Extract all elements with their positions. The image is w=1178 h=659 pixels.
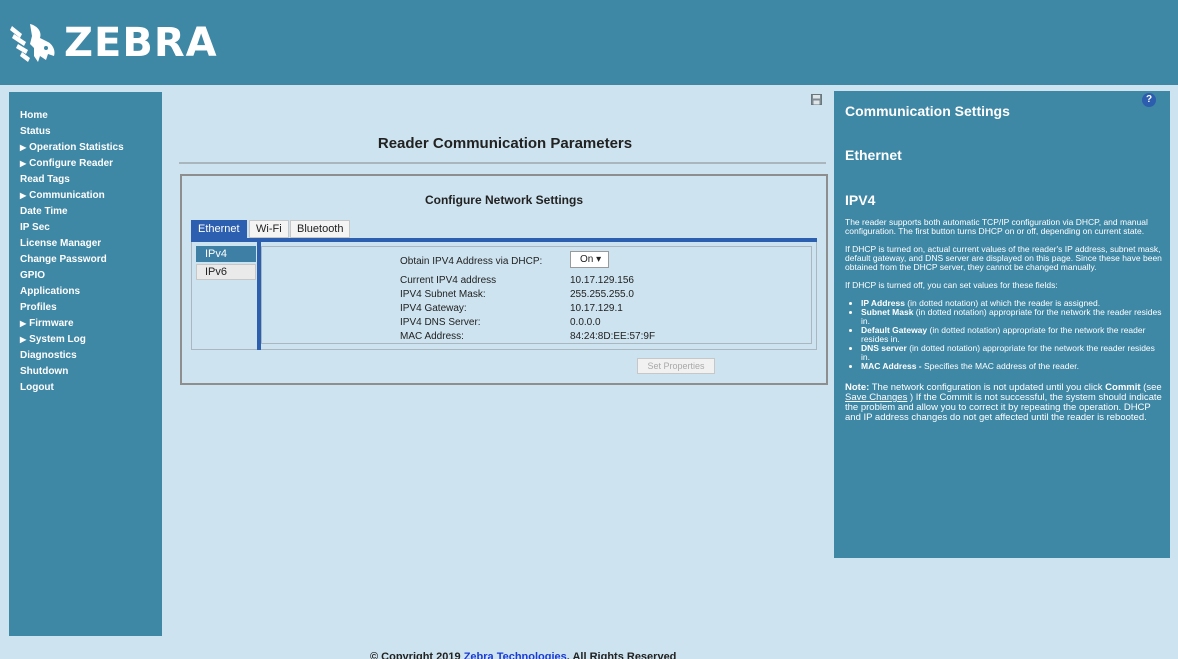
network-settings-panel: Configure Network Settings Ethernet Wi-F…	[180, 174, 828, 385]
sidebar-item-label: Home	[20, 110, 48, 121]
sidebar-item-ip-sec[interactable]: IP Sec	[9, 220, 162, 236]
sidebar-item-label: Read Tags	[20, 174, 70, 185]
dhcp-select[interactable]: On ▾	[570, 251, 609, 268]
tab-bluetooth[interactable]: Bluetooth	[290, 220, 351, 238]
field-label: MAC Address:	[400, 331, 464, 342]
sidebar-item-label: Communication	[29, 190, 105, 201]
sidebar-item-label: Applications	[20, 286, 81, 297]
sidebar-item-label: Shutdown	[20, 366, 69, 377]
header-bar: ZEBRA	[0, 0, 1178, 85]
brand-name: ZEBRA	[64, 20, 218, 66]
sidebar-item-label: Status	[20, 126, 51, 137]
chevron-down-icon: ▾	[596, 254, 602, 265]
field-value: 0.0.0.0	[570, 317, 601, 328]
help-section-heading: Ethernet	[845, 147, 902, 163]
set-properties-button[interactable]: Set Properties	[637, 358, 715, 374]
sidebar-nav: Home Status ▶ Operation Statistics ▶ Confi…	[9, 92, 162, 636]
field-label: IPV4 Subnet Mask:	[400, 289, 486, 300]
sidebar-item-read-tags[interactable]: Read Tags	[9, 172, 162, 188]
sidebar-item-gpio[interactable]: GPIO	[9, 268, 162, 284]
sidebar-item-label: Diagnostics	[20, 350, 77, 361]
sidebar-item-label: Configure Reader	[29, 158, 114, 169]
sidebar-item-configure-reader[interactable]: ▶ Configure Reader	[9, 156, 162, 172]
field-value: 10.17.129.156	[570, 275, 634, 286]
sidebar-item-label: Date Time	[20, 206, 68, 217]
ipv4-form: Obtain IPV4 Address via DHCP: On ▾ Curre…	[261, 246, 812, 344]
sidebar-item-shutdown[interactable]: Shutdown	[9, 364, 162, 380]
expand-arrow-icon: ▶	[20, 319, 27, 328]
sidebar-item-label: Operation Statistics	[29, 142, 124, 153]
expand-arrow-icon: ▶	[20, 335, 27, 344]
sidebar-item-applications[interactable]: Applications	[9, 284, 162, 300]
zebra-technologies-link[interactable]: Zebra Technologies	[464, 651, 567, 659]
title-divider	[179, 162, 826, 164]
sidebar-item-communication[interactable]: ▶ Communication	[9, 188, 162, 204]
sidebar-item-label: System Log	[29, 334, 86, 345]
expand-arrow-icon: ▶	[20, 143, 27, 152]
sidebar-item-firmware[interactable]: ▶ Firmware	[9, 316, 162, 332]
field-label: IPV4 Gateway:	[400, 303, 467, 314]
dhcp-value: On	[580, 254, 594, 265]
field-label: IPV4 DNS Server:	[400, 317, 481, 328]
sidebar-item-system-log[interactable]: ▶ System Log	[9, 332, 162, 348]
page-title: Reader Communication Parameters	[377, 135, 633, 152]
list-item: Subnet Mask (in dotted notation) appropr…	[861, 308, 1165, 326]
sidebar-item-label: Change Password	[20, 254, 107, 265]
help-panel: ? Communication Settings Ethernet IPV4 T…	[834, 91, 1170, 558]
list-item: Default Gateway (in dotted notation) app…	[861, 326, 1165, 344]
sidebar-item-label: Firmware	[29, 318, 74, 329]
sidebar-item-label: Logout	[20, 382, 54, 393]
help-field-list: IP Address (in dotted notation) at which…	[861, 299, 1165, 371]
ip-version-tabs: IPv4 IPv6	[196, 246, 256, 282]
field-value: 255.255.255.0	[570, 289, 634, 300]
list-item: DNS server (in dotted notation) appropri…	[861, 344, 1165, 362]
dhcp-label: Obtain IPV4 Address via DHCP:	[400, 256, 543, 267]
expand-arrow-icon: ▶	[20, 159, 27, 168]
tab-wifi[interactable]: Wi-Fi	[249, 220, 289, 238]
sidebar-item-label: GPIO	[20, 270, 46, 281]
list-item: MAC Address - Specifies the MAC address …	[861, 362, 1165, 371]
help-note: Note: The network configuration is not u…	[845, 382, 1162, 423]
sidebar-item-change-password[interactable]: Change Password	[9, 252, 162, 268]
sidebar-item-date-time[interactable]: Date Time	[9, 204, 162, 220]
tab-ethernet[interactable]: Ethernet	[191, 220, 247, 238]
sidebar-item-home[interactable]: Home	[9, 108, 162, 124]
help-subsection-heading: IPV4	[845, 192, 876, 208]
sidebar-item-operation-statistics[interactable]: ▶ Operation Statistics	[9, 140, 162, 156]
field-value: 10.17.129.1	[570, 303, 623, 314]
help-paragraph: The reader supports both automatic TCP/I…	[845, 217, 1148, 236]
tab-ipv6[interactable]: IPv6	[196, 264, 256, 280]
sidebar-item-profiles[interactable]: Profiles	[9, 300, 162, 316]
sidebar-item-label: IP Sec	[20, 222, 50, 233]
save-icon[interactable]	[811, 94, 822, 105]
tab-ipv4[interactable]: IPv4	[196, 246, 256, 262]
sidebar-item-license-manager[interactable]: License Manager	[9, 236, 162, 252]
sidebar-item-status[interactable]: Status	[9, 124, 162, 140]
field-label: Current IPV4 address	[400, 275, 497, 286]
ethernet-tab-content: IPv4 IPv6 Obtain IPV4 Address via DHCP: …	[191, 242, 817, 350]
panel-title: Configure Network Settings	[424, 193, 583, 207]
help-paragraph: If DHCP is turned on, actual current val…	[845, 244, 1162, 272]
sidebar-item-label: Profiles	[20, 302, 57, 313]
help-title: Communication Settings	[845, 103, 1010, 119]
zebra-head-icon	[10, 24, 55, 62]
field-value: 84:24:8D:EE:57:9F	[570, 331, 656, 342]
sidebar-item-diagnostics[interactable]: Diagnostics	[9, 348, 162, 364]
zebra-logo[interactable]: ZEBRA	[8, 20, 218, 66]
help-icon[interactable]: ?	[1142, 93, 1156, 107]
sidebar-item-label: License Manager	[20, 238, 102, 249]
expand-arrow-icon: ▶	[20, 191, 27, 200]
help-paragraph: If DHCP is turned off, you can set value…	[845, 280, 1058, 290]
sidebar-item-logout[interactable]: Logout	[9, 380, 162, 396]
help-body: The reader supports both automatic TCP/I…	[845, 218, 1165, 432]
footer-copyright: © Copyright 2019 Zebra Technologies. All…	[370, 651, 676, 659]
